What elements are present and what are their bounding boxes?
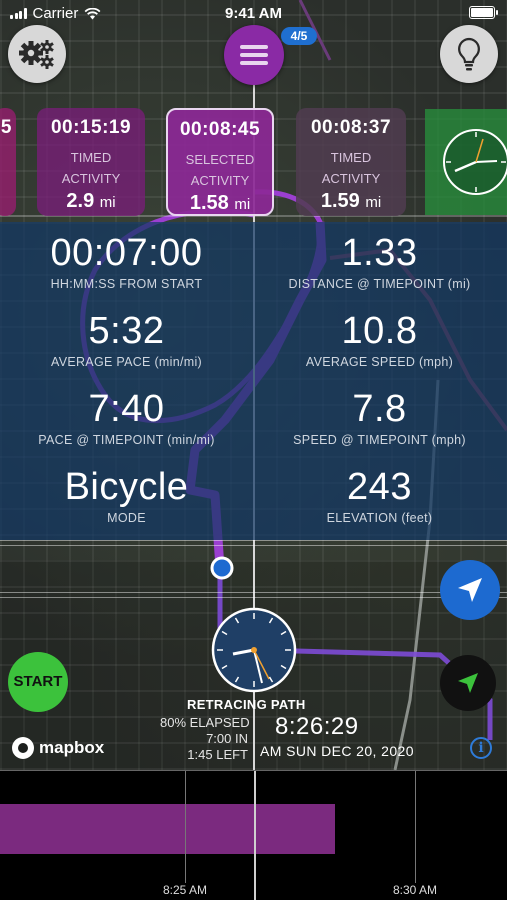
card-unit: mi — [365, 194, 382, 211]
retrace-clock: 8:26:29 — [275, 713, 359, 740]
stat-value: 5:32 — [88, 310, 165, 352]
activity-card-partial[interactable]: 5 — [0, 108, 16, 216]
card-duration: 00:08:45 — [179, 119, 261, 140]
retrace-title: RETRACING PATH — [187, 697, 306, 712]
card-unit: mi — [99, 194, 116, 211]
activity-card-clock[interactable] — [425, 109, 507, 215]
card-distance: 1.59 — [320, 190, 360, 212]
stat-label: HH:MM:SS FROM START — [50, 277, 203, 291]
mapbox-logo-icon — [12, 737, 34, 759]
position-marker — [210, 556, 234, 580]
timeline-cursor[interactable] — [254, 771, 256, 900]
stat-label: MODE — [107, 511, 146, 525]
timeline-tick — [185, 771, 186, 883]
stat-value: 1.33 — [341, 232, 418, 274]
mapbox-attribution[interactable]: mapbox — [12, 737, 104, 759]
card-label: SELECTED — [185, 152, 255, 167]
timeline-label: 8:25 AM — [162, 883, 208, 897]
menu-badge: 4/5 — [281, 27, 317, 45]
clock-icon — [443, 129, 507, 195]
card-label: ACTIVITY — [190, 173, 250, 188]
stats-panel: 00:07:00 HH:MM:SS FROM START 1.33 DISTAN… — [0, 222, 507, 540]
menu-icon — [240, 45, 268, 65]
navigation-button[interactable] — [440, 655, 496, 711]
retrace-in: 7:00 IN — [206, 731, 248, 746]
timeline[interactable]: 8:25 AM 8:30 AM — [0, 770, 507, 900]
settings-button[interactable] — [8, 25, 66, 83]
stat-value: 10.8 — [341, 310, 418, 352]
stat-value: 7:40 — [88, 388, 165, 430]
info-icon[interactable]: i — [470, 737, 492, 759]
retrace-elapsed: 80% ELAPSED — [160, 715, 250, 730]
card-duration: 00:08:37 — [310, 117, 392, 138]
stat-label: DISTANCE @ TIMEPOINT (mi) — [288, 277, 471, 291]
stat-label: SPEED @ TIMEPOINT (mph) — [293, 433, 466, 447]
stat-label: AVERAGE SPEED (mph) — [305, 355, 454, 369]
divider — [0, 592, 507, 598]
card-label: TIMED — [70, 150, 112, 165]
stat-speed-at-timepoint: 7.8 SPEED @ TIMEPOINT (mph) — [253, 388, 506, 447]
card-label: ACTIVITY — [321, 171, 381, 186]
stat-label: AVERAGE PACE (min/mi) — [51, 355, 202, 369]
location-arrow-icon — [458, 578, 482, 602]
activity-card-selected[interactable]: 00:08:45 SELECTED ACTIVITY 1.58 mi — [166, 108, 274, 216]
lightbulb-icon — [458, 37, 480, 71]
activity-card[interactable]: 00:08:37 TIMED ACTIVITY 1.59 mi — [296, 108, 406, 216]
card-duration: 00:15:19 — [50, 117, 132, 138]
activity-card[interactable]: 00:15:19 TIMED ACTIVITY 2.9 mi — [37, 108, 145, 216]
start-button[interactable]: START — [8, 652, 68, 712]
stat-average-speed: 10.8 AVERAGE SPEED (mph) — [253, 310, 506, 369]
status-bar: Carrier 9:41 AM — [0, 0, 507, 28]
card-label: ACTIVITY — [61, 171, 121, 186]
card-unit: mi — [234, 196, 251, 213]
stat-value: 7.8 — [352, 388, 407, 430]
timepoint-clock-icon[interactable] — [211, 607, 297, 693]
mapbox-label: mapbox — [39, 738, 105, 757]
battery-icon — [469, 6, 498, 19]
stat-distance: 1.33 DISTANCE @ TIMEPOINT (mi) — [253, 232, 506, 291]
card-label: TIMED — [330, 150, 372, 165]
locate-button[interactable] — [440, 560, 500, 620]
stat-mode: Bicycle MODE — [0, 466, 253, 525]
tips-button[interactable] — [440, 25, 498, 83]
timeline-label: 8:30 AM — [392, 883, 438, 897]
stat-value: 243 — [347, 466, 412, 508]
stat-pace-at-timepoint: 7:40 PACE @ TIMEPOINT (min/mi) — [0, 388, 253, 447]
card-distance: 1.58 — [189, 192, 229, 214]
stat-time-from-start: 00:07:00 HH:MM:SS FROM START — [0, 232, 253, 291]
status-time: 9:41 AM — [225, 5, 282, 22]
divider — [0, 540, 507, 546]
activity-carousel[interactable]: 5 00:15:19 TIMED ACTIVITY 2.9 mi 00:08:4… — [0, 102, 507, 220]
retrace-left: 1:45 LEFT — [187, 747, 248, 762]
stat-value: Bicycle — [64, 466, 189, 508]
stat-average-pace: 5:32 AVERAGE PACE (min/mi) — [0, 310, 253, 369]
stat-value: 00:07:00 — [50, 232, 203, 274]
timeline-tick — [415, 771, 416, 883]
card-distance: 2.9 — [66, 190, 95, 212]
retrace-date: AM SUN DEC 20, 2020 — [260, 743, 414, 759]
menu-button[interactable] — [224, 25, 284, 85]
gear-icon — [19, 40, 54, 69]
stat-label: PACE @ TIMEPOINT (min/mi) — [38, 433, 215, 447]
navigation-arrow-icon — [458, 673, 478, 693]
timeline-activity-bar[interactable] — [0, 804, 335, 854]
stat-elevation: 243 ELEVATION (feet) — [253, 466, 506, 525]
stat-label: ELEVATION (feet) — [326, 511, 433, 525]
